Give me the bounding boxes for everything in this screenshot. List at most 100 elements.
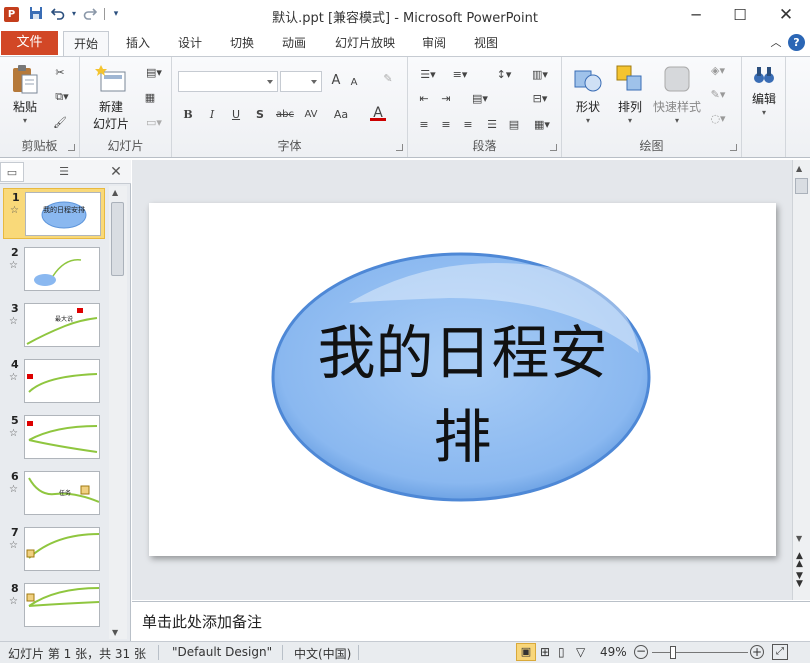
arrange-button[interactable]: 排列 ▾ — [610, 63, 650, 125]
slide-thumbnail-1[interactable]: 1 ☆ 我的日程安排 — [3, 188, 105, 239]
current-slide[interactable]: 我的日程安 排 — [149, 203, 776, 556]
slides-pane-scrollbar[interactable]: ▲ ▼ — [109, 186, 127, 639]
format-painter-icon[interactable]: 🖌 — [52, 115, 68, 131]
next-slide-icon[interactable]: ▼ ▼ — [796, 572, 803, 589]
clipboard-group: 粘贴 ▾ ✂ ⧉▾ 🖌 剪贴板 — [0, 57, 80, 157]
cut-icon[interactable]: ✂ — [52, 65, 68, 81]
align-left-icon[interactable]: ≡ — [416, 117, 432, 133]
scroll-up-icon[interactable]: ▲ — [112, 188, 118, 197]
slide-thumbnail-8[interactable]: 8 ☆ — [3, 580, 105, 631]
zoom-out-icon[interactable]: − — [634, 645, 648, 659]
tab-transitions[interactable]: 切换 — [222, 31, 262, 56]
smartart-icon[interactable]: ▦▾ — [530, 117, 554, 133]
shrink-font-icon[interactable]: A — [346, 75, 362, 91]
language-status[interactable]: 中文(中国) — [294, 645, 351, 662]
reading-view-icon[interactable]: ▯ — [558, 645, 565, 659]
scroll-down-icon[interactable]: ▼ — [796, 534, 802, 543]
tab-insert[interactable]: 插入 — [118, 31, 158, 56]
new-slide-button[interactable]: 新建 幻灯片 — [88, 63, 134, 132]
layout-icon[interactable]: ▤▾ — [142, 65, 166, 81]
slide-number: 2 — [11, 246, 19, 259]
underline-button[interactable]: U — [228, 107, 244, 123]
slide-sorter-icon[interactable]: ⊞ — [540, 645, 550, 659]
slide-thumbnail-3[interactable]: 3 ☆ 最大说 — [3, 300, 105, 351]
drawing-launcher-icon[interactable] — [730, 144, 737, 151]
maximize-button[interactable]: ☐ — [726, 4, 754, 26]
align-right-icon[interactable]: ≡ — [460, 117, 476, 133]
fit-to-window-icon[interactable]: ⤢ — [772, 644, 788, 660]
shape-effects-icon[interactable]: ◌▾ — [706, 111, 730, 127]
font-size-combo[interactable] — [280, 71, 322, 92]
close-pane-icon[interactable]: ✕ — [104, 162, 128, 182]
reset-icon[interactable]: ▦ — [142, 90, 158, 106]
zoom-slider-thumb[interactable] — [670, 646, 676, 659]
scroll-thumb[interactable] — [111, 202, 124, 276]
distributed-icon[interactable]: ▤ — [506, 117, 522, 133]
editing-button[interactable]: 编辑 ▾ — [746, 63, 782, 117]
increase-indent-icon[interactable]: ⇥ — [438, 91, 454, 107]
slide-scrollbar[interactable]: ▲ ▼ ▲ ▲ ▼ ▼ — [792, 160, 810, 600]
minimize-ribbon-icon[interactable]: ︿ — [766, 31, 786, 56]
previous-slide-icon[interactable]: ▲ ▲ — [796, 552, 803, 569]
notes-pane[interactable]: 单击此处添加备注 — [132, 601, 810, 641]
clipboard-launcher-icon[interactable] — [68, 144, 75, 151]
shadow-button[interactable]: S — [252, 107, 268, 123]
slide-thumbnail-5[interactable]: 5 ☆ — [3, 412, 105, 463]
scroll-down-icon[interactable]: ▼ — [112, 628, 118, 637]
bold-button[interactable]: B — [180, 107, 196, 123]
align-text-icon[interactable]: ⊟▾ — [528, 91, 552, 107]
font-color-button[interactable]: A — [370, 105, 386, 121]
line-spacing-icon[interactable]: ↕▾ — [492, 67, 516, 83]
clear-format-icon[interactable]: ✎ — [380, 71, 396, 87]
minimize-button[interactable]: ─ — [682, 4, 710, 26]
quick-styles-button[interactable]: 快速样式 ▾ — [650, 63, 704, 125]
tab-animations[interactable]: 动画 — [274, 31, 314, 56]
tab-slideshow[interactable]: 幻灯片放映 — [326, 31, 404, 56]
slides-tab-icon[interactable]: ▭ — [0, 162, 24, 182]
zoom-in-icon[interactable]: + — [750, 645, 764, 659]
scroll-thumb[interactable] — [795, 178, 808, 194]
copy-icon[interactable]: ⧉▾ — [50, 89, 74, 105]
help-icon[interactable]: ? — [788, 34, 805, 51]
numbering-icon[interactable]: ≡▾ — [448, 67, 472, 83]
slide-thumbnail-7[interactable]: 7 ☆ — [3, 524, 105, 575]
font-launcher-icon[interactable] — [396, 144, 403, 151]
justify-icon[interactable]: ☰ — [484, 117, 500, 133]
strikethrough-button[interactable]: abc — [274, 107, 296, 123]
tab-view[interactable]: 视图 — [466, 31, 506, 56]
outline-tab-icon[interactable]: ☰ — [52, 162, 76, 182]
text-direction-icon[interactable]: ▤▾ — [468, 91, 492, 107]
columns-icon[interactable]: ▥▾ — [528, 67, 552, 83]
scroll-up-icon[interactable]: ▲ — [796, 164, 802, 173]
decrease-indent-icon[interactable]: ⇤ — [416, 91, 432, 107]
slideshow-view-icon[interactable]: ▽ — [576, 645, 585, 659]
paste-button[interactable]: 粘贴 ▾ — [6, 63, 44, 125]
grow-font-icon[interactable]: A — [328, 73, 344, 89]
tab-file[interactable]: 文件 — [1, 31, 58, 55]
bullets-icon[interactable]: ☰▾ — [416, 67, 440, 83]
shape-fill-icon[interactable]: ◈▾ — [706, 63, 730, 79]
section-icon[interactable]: ▭▾ — [142, 115, 166, 131]
slide-title[interactable]: 我的日程安 排 — [149, 311, 776, 479]
slide-thumbnail-4[interactable]: 4 ☆ — [3, 356, 105, 407]
italic-button[interactable]: I — [204, 107, 220, 123]
normal-view-icon[interactable]: ▣ — [516, 643, 536, 661]
slides-group-label: 幻灯片 — [107, 139, 144, 153]
theme-status[interactable]: "Default Design" — [172, 645, 272, 659]
shapes-button[interactable]: 形状 ▾ — [568, 63, 608, 125]
notes-placeholder[interactable]: 单击此处添加备注 — [142, 611, 262, 632]
close-button[interactable]: ✕ — [772, 4, 800, 26]
zoom-slider[interactable] — [652, 652, 748, 653]
align-center-icon[interactable]: ≡ — [438, 117, 454, 133]
change-case-button[interactable]: Aa — [330, 107, 352, 123]
shape-outline-icon[interactable]: ✎▾ — [706, 87, 730, 103]
zoom-level[interactable]: 49% — [600, 645, 627, 659]
char-spacing-button[interactable]: AV — [300, 107, 322, 123]
slide-thumbnail-6[interactable]: 6 ☆ 任务 — [3, 468, 105, 519]
paragraph-launcher-icon[interactable] — [550, 144, 557, 151]
font-name-combo[interactable] — [178, 71, 278, 92]
tab-design[interactable]: 设计 — [170, 31, 210, 56]
tab-review[interactable]: 审阅 — [414, 31, 454, 56]
tab-home[interactable]: 开始 — [63, 31, 109, 56]
slide-thumbnail-2[interactable]: 2 ☆ — [3, 244, 105, 295]
